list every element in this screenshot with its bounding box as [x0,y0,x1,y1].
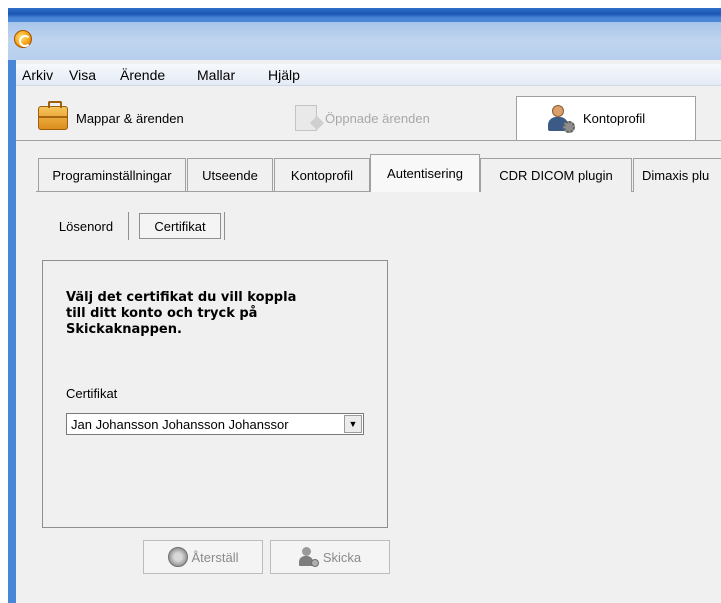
nav-account-profile-button[interactable]: Kontoprofil [516,96,696,140]
menu-arkiv[interactable]: Arkiv [22,67,53,83]
menu-hjalp[interactable]: Hjälp [268,67,300,83]
certificate-dropdown-value: Jan Johansson Johansson Johanssor [71,416,289,432]
tab-cdr-dicom-plugin[interactable]: CDR DICOM plugin [480,158,632,192]
send-button[interactable]: Skicka [270,540,390,574]
subtab-certificate[interactable]: Certifikat [139,213,221,239]
instructions-text: Välj det certifikat du vill koppla till … [66,290,297,337]
subtab-divider [128,212,129,240]
nav-separator [16,140,721,141]
user-settings-icon [547,104,575,133]
title-bar[interactable] [8,22,721,60]
nav-folders-label: Mappar & ärenden [76,110,184,126]
tab-program-settings[interactable]: Programinställningar [38,158,186,192]
chevron-down-icon[interactable]: ▼ [344,415,362,433]
menu-mallar[interactable]: Mallar [197,67,235,83]
tab-authentication[interactable]: Autentisering [370,154,480,192]
subtab-divider-end [224,212,225,240]
reset-button-label: Återställ [191,549,239,565]
nav-account-label: Kontoprofil [583,111,646,126]
nav-opened-cases-button[interactable]: Öppnade ärenden [295,96,495,140]
user-send-icon [298,547,319,567]
document-icon [295,105,317,131]
menu-visa[interactable]: Visa [69,67,96,83]
app-logo-icon[interactable] [14,30,32,48]
nav-folders-button[interactable]: Mappar & ärenden [38,96,238,140]
certificate-label: Certifikat [66,386,118,401]
reset-icon [167,547,188,567]
briefcase-icon [38,101,68,130]
reset-button[interactable]: Återställ [143,540,263,574]
tab-appearance[interactable]: Utseende [187,158,273,192]
tab-dimaxis-plugin[interactable]: Dimaxis plu [633,158,721,192]
tab-account-profile[interactable]: Kontoprofil [274,158,370,192]
send-button-label: Skicka [322,549,362,565]
nav-opened-label: Öppnade ärenden [325,110,430,126]
subtab-password[interactable]: Lösenord [44,213,128,239]
menu-arende[interactable]: Ärende [120,67,165,83]
certificate-dropdown[interactable]: Jan Johansson Johansson Johanssor ▼ [66,413,364,435]
